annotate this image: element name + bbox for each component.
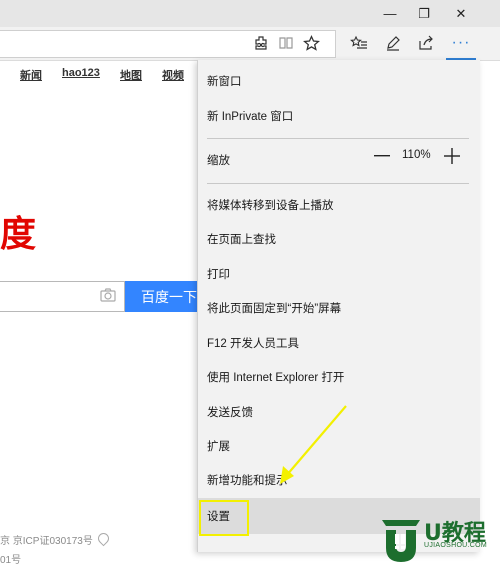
zoom-out-button[interactable]: [372, 146, 392, 166]
location-pin-icon: [95, 530, 111, 547]
footer-icp: 京 京ICP证030173号: [0, 530, 111, 547]
zoom-in-button[interactable]: [442, 146, 462, 166]
title-bar: — ❐ ✕: [0, 0, 500, 27]
nav-link-video[interactable]: 视频: [162, 67, 184, 83]
nav-link-map[interactable]: 地图: [120, 67, 142, 83]
search-button[interactable]: 百度一下: [125, 281, 200, 312]
nav-link-hao123[interactable]: hao123: [62, 67, 100, 79]
menu-zoom: 缩放: [207, 155, 230, 167]
menu-separator: [207, 138, 469, 139]
menu-new-window[interactable]: 新窗口: [198, 64, 480, 98]
menu-open-ie[interactable]: 使用 Internet Explorer 打开: [198, 360, 480, 394]
menu-new-inprivate[interactable]: 新 InPrivate 窗口: [198, 99, 480, 133]
menu-cast-media[interactable]: 将媒体转移到设备上播放: [198, 188, 480, 222]
restore-button[interactable]: ❐: [407, 0, 441, 27]
web-note-pen-icon[interactable]: [380, 30, 406, 56]
footer-record: 01号: [0, 555, 22, 566]
menu-f12-tools[interactable]: F12 开发人员工具: [198, 326, 480, 360]
favorite-star-icon[interactable]: [298, 30, 324, 56]
settings-highlight-box: [199, 500, 249, 536]
menu-pin-to-start[interactable]: 将此页面固定到“开始”屏幕: [198, 291, 480, 325]
share-icon[interactable]: [413, 30, 439, 56]
baidu-logo: 度: [0, 214, 37, 255]
search-input[interactable]: [0, 281, 125, 312]
minimize-button[interactable]: —: [373, 0, 407, 27]
annotation-arrow-icon: [280, 405, 347, 484]
menu-find-on-page[interactable]: 在页面上查找: [198, 222, 480, 256]
nav-link-news[interactable]: 新闻: [20, 67, 42, 83]
favorites-hub-icon[interactable]: [346, 30, 372, 56]
extension-puzzle-icon[interactable]: [248, 30, 274, 56]
watermark-subtitle: UJIAOSHOU.COM: [424, 542, 488, 549]
more-actions-button[interactable]: ···: [446, 28, 476, 60]
camera-icon[interactable]: [100, 288, 116, 307]
reading-view-icon[interactable]: [273, 30, 299, 56]
zoom-level: 110%: [402, 149, 431, 161]
menu-separator: [207, 183, 469, 184]
close-button[interactable]: ✕: [444, 0, 478, 27]
menu-print[interactable]: 打印: [198, 257, 480, 291]
